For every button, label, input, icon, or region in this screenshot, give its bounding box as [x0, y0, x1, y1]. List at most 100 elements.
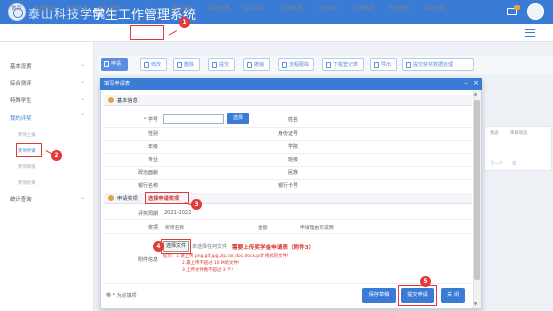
required-note: 带 * 为必填项 [106, 293, 137, 299]
step-badge-4: 4 [153, 241, 164, 252]
nav-item-daily[interactable]: 日常事务 [317, 4, 339, 12]
table-cell: 下一个 [490, 162, 504, 167]
choose-file-highlight [161, 239, 191, 254]
nav-item-awards[interactable]: 评奖评优 [134, 4, 156, 12]
nav-item-assessment[interactable]: 考核管理 [388, 4, 410, 12]
field-label-class: 班级 [287, 157, 298, 163]
nav-item-student-info[interactable]: 学生信息 [66, 4, 88, 12]
revoke-button[interactable]: 撤销 [243, 58, 270, 71]
delete-button[interactable]: 删除 [173, 58, 200, 71]
close-icon[interactable]: × [472, 79, 480, 88]
sidebar-item-stats[interactable]: 统计查询 [10, 195, 32, 203]
download-form-button[interactable]: 下载登记表 [322, 58, 364, 71]
chevron-down-icon: ⌄ [80, 194, 86, 201]
table-cell: 审 [512, 162, 517, 167]
track-icon [282, 62, 287, 68]
data-icon [406, 62, 411, 68]
user-avatar[interactable] [527, 3, 544, 20]
nav-item-loan[interactable]: 助学贷款 [424, 4, 446, 12]
basic-info-header [104, 95, 472, 106]
nav-item-work-study[interactable]: 勤工助学 [172, 4, 194, 12]
chevron-down-icon: ⌄ [80, 95, 86, 102]
sidebar-item-evaluation[interactable]: 综合测评 [10, 79, 32, 87]
upload-requirement-note: 需要上传奖学金申请表（附件3） [232, 245, 315, 251]
field-label-attachment: 附件信息 [137, 257, 158, 263]
edit-icon [144, 62, 149, 68]
row-divider [104, 166, 472, 167]
apply-button[interactable]: 申请 [101, 58, 128, 71]
field-label-major: 专业 [147, 157, 158, 163]
submit-icon [212, 62, 217, 68]
sidebar-item-special[interactable]: 特殊学生 [10, 96, 32, 104]
dialog-header [100, 78, 482, 90]
field-label-grade: 年级 [147, 144, 158, 150]
no-file-text: 未选择任何文件 [192, 244, 228, 250]
step-badge-3: 3 [191, 199, 202, 210]
nav-item-mental[interactable]: 心理健康 [352, 4, 374, 12]
top-nav [0, 24, 553, 42]
nav-highlight-box [130, 25, 164, 40]
student-id-input[interactable] [163, 114, 224, 124]
notification-badge [514, 5, 520, 10]
award-col-reason: 申请理由可说明 [300, 226, 334, 231]
save-draft-button[interactable]: 保存草稿 [362, 288, 396, 303]
download-icon [326, 62, 331, 68]
nav-item-dorm[interactable]: 公寓管理 [281, 4, 303, 12]
sidebar-item-my-awards[interactable]: 我的评奖 [10, 114, 32, 122]
sidebar-highlight-box [16, 143, 42, 157]
scroll-up-icon[interactable]: ▲ [474, 91, 477, 96]
sidebar-sub-review[interactable]: 奖项审核 [18, 164, 36, 170]
nav-item-system[interactable]: 系统维护 [34, 4, 56, 12]
field-label-period: 评奖周期 [137, 211, 158, 217]
step-badge-1: 1 [179, 17, 190, 28]
award-section-title: 申请奖项 [117, 196, 138, 202]
scroll-down-icon[interactable]: ▼ [474, 301, 477, 306]
plus-icon [104, 61, 109, 67]
award-icon [108, 195, 114, 201]
edit-button[interactable]: 修改 [140, 58, 167, 71]
row-divider [104, 153, 472, 154]
select-student-button[interactable]: 选择 [227, 113, 249, 124]
step-badge-2: 2 [51, 150, 62, 161]
select-award-highlight [145, 192, 189, 204]
dialog-title: 填写申请表 [104, 81, 130, 87]
track-button[interactable]: 流程跟踪 [278, 58, 314, 71]
submit-highlight [398, 285, 437, 306]
field-label-college: 学院 [287, 144, 298, 150]
submit-award-data-button[interactable]: 提交获奖数据处理 [402, 58, 474, 71]
row-divider [104, 140, 472, 141]
sidebar-item-basic[interactable]: 基本设置 [10, 62, 32, 70]
chevron-down-icon: ⌄ [80, 78, 86, 85]
nav-item-aid[interactable]: 资助管理 [208, 4, 230, 12]
field-label-bank: 银行名称 [137, 183, 158, 189]
upload-hint-2: 2.最上传不超过 10 M的文件! [182, 261, 240, 266]
sidebar-sub-report[interactable]: 奖项上报 [18, 132, 36, 138]
field-label-award: 奖项 [147, 225, 158, 231]
table-header: 审核状态 [510, 131, 528, 136]
minimize-icon[interactable]: – [462, 79, 470, 88]
basic-info-title: 基本信息 [117, 98, 138, 104]
sidebar-sub-result[interactable]: 奖项结果 [18, 180, 36, 186]
nav-item-home[interactable]: 首页 [11, 4, 22, 12]
award-col-name: 奖项名称 [165, 226, 185, 231]
row-divider [104, 127, 472, 128]
info-icon [108, 97, 114, 103]
hamburger-menu-icon[interactable] [525, 29, 535, 37]
close-dialog-button[interactable]: 关 闭 [441, 288, 465, 303]
field-label-bank-card: 银行卡号 [277, 183, 298, 189]
footer-divider [104, 283, 472, 284]
nav-item-leave[interactable]: 学生请假 [98, 4, 120, 12]
row-divider [104, 233, 472, 234]
award-col-amount: 金额 [258, 226, 268, 231]
chevron-down-icon: ⌄ [80, 61, 86, 68]
nav-item-evaluation[interactable]: 综合测评 [243, 4, 265, 12]
field-label-political: 政治面貌 [137, 170, 158, 176]
scroll-thumb[interactable] [474, 100, 480, 280]
table-header: 状态 [490, 131, 499, 136]
export-button[interactable]: 导出 [370, 58, 397, 71]
submit-toolbar-button[interactable]: 提交 [208, 58, 235, 71]
row-divider [104, 179, 472, 180]
upload-hint-3: 3.上传文件数不超过 3 个! [182, 268, 234, 273]
row-divider [104, 219, 472, 220]
chevron-up-icon: ⌃ [80, 113, 86, 120]
